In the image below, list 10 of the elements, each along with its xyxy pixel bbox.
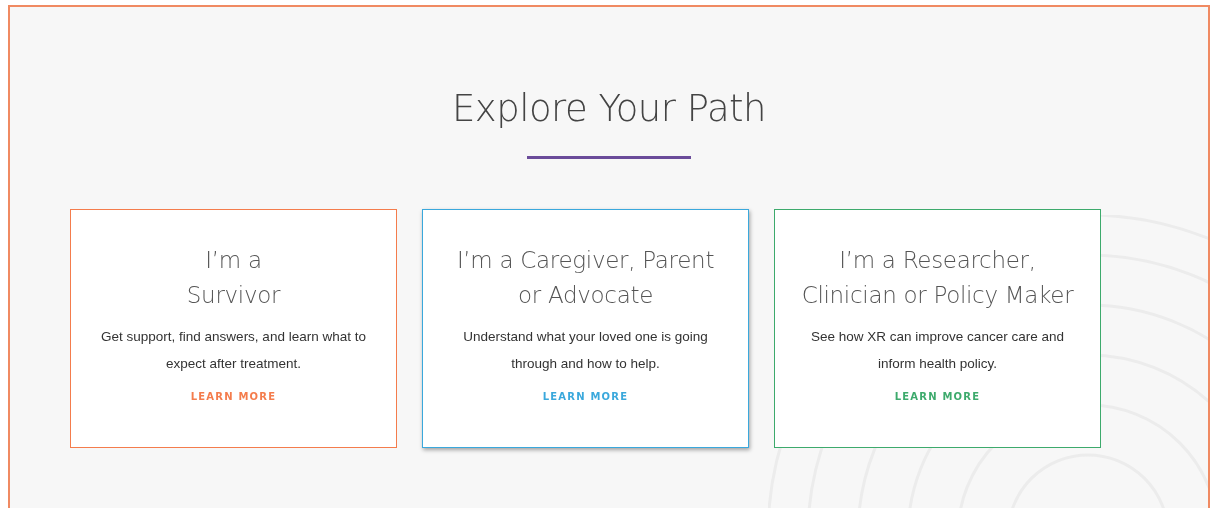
path-card[interactable]: I’m a Caregiver, Parent or Advocate Understand what your loved one is going through and how to help. LEARN MORE — [422, 209, 749, 448]
card-description: See how XR can improve cancer care and inform health policy. — [810, 328, 1065, 373]
card-description: Understand what your loved one is going through and how to help. — [462, 328, 709, 373]
card-title: I’m a Caregiver, Parent or Advocate — [456, 246, 715, 310]
card-description: Get support, find answers, and learn what to expect after treatment. — [100, 328, 367, 373]
section-heading: Explore Your Path — [451, 87, 767, 130]
card-title: I’m a Survivor — [186, 246, 281, 310]
path-card[interactable]: I’m a Survivor Get support, find answers, and learn what to expect after treatment. LEARN MORE — [70, 209, 397, 448]
card-title: I’m a Researcher, Clinician or Policy Maker — [801, 246, 1074, 310]
path-card[interactable]: I’m a Researcher, Clinician or Policy Maker See how XR can improve cancer care and inform health policy. LEARN MORE — [774, 209, 1101, 448]
